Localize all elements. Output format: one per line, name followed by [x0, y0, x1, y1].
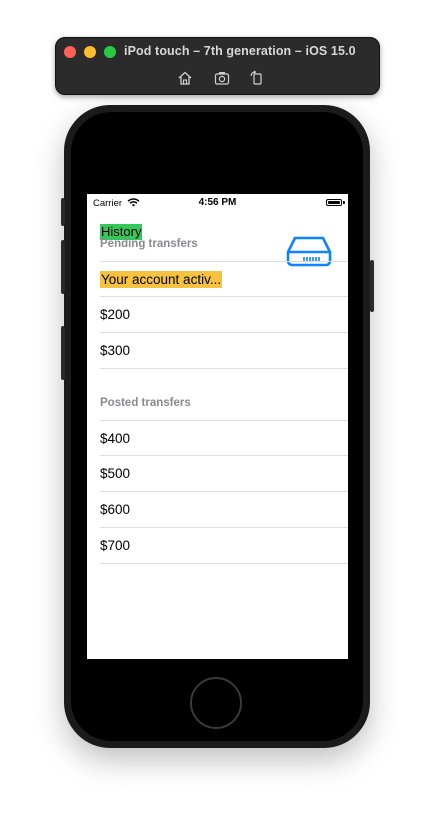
simulator-title: iPod touch – 7th generation – iOS 15.0	[124, 44, 356, 58]
volume-down-button	[61, 326, 65, 380]
mute-switch	[61, 198, 65, 226]
list-item[interactable]: $700	[100, 528, 348, 564]
list-item[interactable]: $600	[100, 492, 348, 528]
section-header-posted: Posted transfers	[100, 397, 191, 409]
battery-icon	[326, 199, 342, 206]
list-item-label: $200	[100, 307, 131, 322]
list-item-label: Your account activ...	[100, 271, 223, 288]
list-item[interactable]: $400	[100, 420, 348, 456]
list-item[interactable]: $500	[100, 456, 348, 492]
maximize-window-button[interactable]	[104, 46, 116, 58]
status-time: 4:56 PM	[198, 197, 237, 208]
list-item[interactable]: $200	[100, 297, 348, 333]
power-button	[370, 260, 374, 312]
minimize-window-button[interactable]	[84, 46, 96, 58]
list-item-label: $300	[100, 343, 131, 358]
section-header-pending: Pending transfers	[100, 238, 198, 250]
screenshot-icon[interactable]	[213, 69, 231, 87]
home-icon[interactable]	[176, 69, 194, 87]
list-item-label: $600	[100, 502, 131, 517]
simulator-stage: iPod touch – 7th generation – iOS 15.0 C…	[0, 0, 435, 824]
volume-up-button	[61, 240, 65, 294]
list-item[interactable]: Your account activ...	[100, 261, 348, 297]
close-window-button[interactable]	[64, 46, 76, 58]
list-item[interactable]: $300	[100, 333, 348, 369]
list-item-label: $700	[100, 538, 131, 553]
home-button[interactable]	[190, 677, 242, 729]
list-item-label: $400	[100, 431, 131, 446]
simulator-title-bar: iPod touch – 7th generation – iOS 15.0	[55, 37, 380, 95]
status-bar: Carrier 4:56 PM	[87, 194, 348, 212]
battery-tip	[343, 201, 345, 204]
rotate-icon[interactable]	[248, 69, 266, 87]
list-item-label: $500	[100, 466, 131, 481]
device-screen: Carrier 4:56 PM History Pending transfer…	[87, 194, 348, 659]
